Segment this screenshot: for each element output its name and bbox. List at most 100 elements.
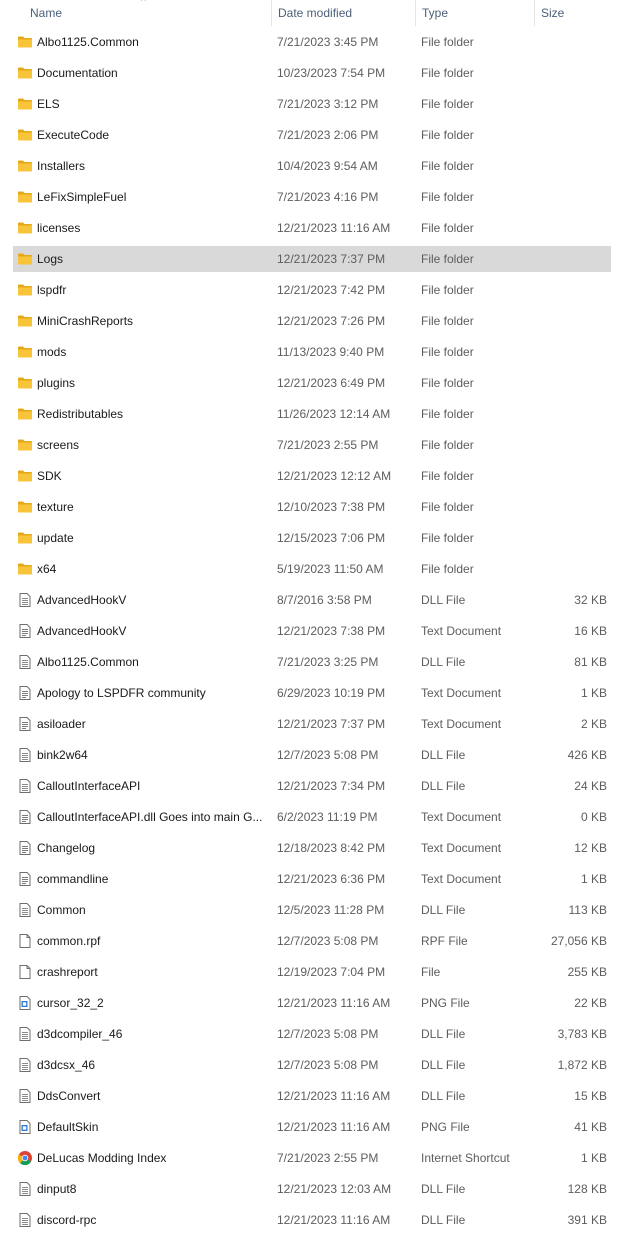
file-name: Logs	[37, 252, 64, 266]
folder-row[interactable]: Albo1125.Common 7/21/2023 3:45 PM File fol…	[13, 29, 611, 55]
folder-row[interactable]: lspdfr 12/21/2023 7:42 PM File folder	[13, 277, 611, 303]
file-name: discord-rpc	[37, 1213, 97, 1227]
file-row[interactable]: crashreport 12/19/2023 7:04 PM File 255 KB	[13, 959, 611, 985]
file-type: DLL File	[421, 655, 466, 669]
folder-row[interactable]: mods 11/13/2023 9:40 PM File folder	[13, 339, 611, 365]
file-row[interactable]: bink2w64 12/7/2023 5:08 PM DLL File 426 KB	[13, 742, 611, 768]
file-row[interactable]: discord-rpc 12/21/2023 11:16 AM DLL File 39…	[13, 1207, 611, 1233]
column-header-size[interactable]: Size	[534, 0, 614, 26]
file-date-modified: 12/21/2023 7:42 PM	[277, 283, 386, 297]
file-type: PNG File	[421, 1120, 470, 1134]
file-row[interactable]: commandline 12/21/2023 6:36 PM Text Docume…	[13, 866, 611, 892]
dll-file-icon	[17, 1088, 33, 1104]
folder-row[interactable]: licenses 12/21/2023 11:16 AM File folder	[13, 215, 611, 241]
blank-file-icon	[17, 933, 33, 949]
folder-row[interactable]: SDK 12/21/2023 12:12 AM File folder	[13, 463, 611, 489]
file-type: File folder	[421, 345, 474, 359]
file-type: DLL File	[421, 779, 466, 793]
file-row[interactable]: AdvancedHookV 8/7/2016 3:58 PM DLL File 32 …	[13, 587, 611, 613]
column-header-name[interactable]: Name	[24, 0, 270, 26]
file-row[interactable]: d3dcompiler_46 12/7/2023 5:08 PM DLL File 3…	[13, 1021, 611, 1047]
folder-row[interactable]: Documentation 10/23/2023 7:54 PM File fold…	[13, 60, 611, 86]
file-size: 24 KB	[574, 779, 607, 793]
file-type: DLL File	[421, 1182, 466, 1196]
file-name: d3dcompiler_46	[37, 1027, 123, 1041]
file-row[interactable]: Apology to LSPDFR community 6/29/2023 10:…	[13, 680, 611, 706]
file-row[interactable]: CalloutInterfaceAPI 12/21/2023 7:34 PM DLL…	[13, 773, 611, 799]
folder-row[interactable]: Logs 12/21/2023 7:37 PM File folder	[13, 246, 611, 272]
file-row[interactable]: dinput8 12/21/2023 12:03 AM DLL File 128 KB	[13, 1176, 611, 1202]
file-row[interactable]: DefaultSkin 12/21/2023 11:16 AM PNG File 41…	[13, 1114, 611, 1140]
file-row[interactable]: CalloutInterfaceAPI.dll Goes into main G…	[13, 804, 611, 830]
folder-row[interactable]: x64 5/19/2023 11:50 AM File folder	[13, 556, 611, 582]
file-row[interactable]: Common 12/5/2023 11:28 PM DLL File 113 KB	[13, 897, 611, 923]
file-name: lspdfr	[37, 283, 67, 297]
file-size: 1 KB	[580, 872, 607, 886]
folder-row[interactable]: LeFixSimpleFuel 7/21/2023 4:16 PM File fol…	[13, 184, 611, 210]
folder-row[interactable]: ELS 7/21/2023 3:12 PM File folder	[13, 91, 611, 117]
file-date-modified: 8/7/2016 3:58 PM	[277, 593, 372, 607]
file-date-modified: 10/4/2023 9:54 AM	[277, 159, 378, 173]
file-size: 12 KB	[574, 841, 607, 855]
file-row[interactable]: cursor_32_2 12/21/2023 11:16 AM PNG File 22…	[13, 990, 611, 1016]
file-row[interactable]: Albo1125.Common 7/21/2023 3:25 PM DLL File…	[13, 649, 611, 675]
file-date-modified: 7/21/2023 2:55 PM	[277, 438, 379, 452]
file-row[interactable]: Changelog 12/18/2023 8:42 PM Text Document…	[13, 835, 611, 861]
file-row[interactable]: DdsConvert 12/21/2023 11:16 AM DLL File 15 …	[13, 1083, 611, 1109]
file-date-modified: 12/15/2023 7:06 PM	[277, 531, 386, 545]
file-type: File	[421, 965, 441, 979]
folder-row[interactable]: plugins 12/21/2023 6:49 PM File folder	[13, 370, 611, 396]
folder-row[interactable]: ExecuteCode 7/21/2023 2:06 PM File folder	[13, 122, 611, 148]
dll-file-icon	[17, 1181, 33, 1197]
file-date-modified: 7/21/2023 2:06 PM	[277, 128, 379, 142]
file-type: Internet Shortcut	[421, 1151, 510, 1165]
file-name: Apology to LSPDFR community	[37, 686, 206, 700]
file-size: 16 KB	[574, 624, 607, 638]
file-type: File folder	[421, 35, 474, 49]
file-type: File folder	[421, 531, 474, 545]
file-row[interactable]: asiloader 12/21/2023 7:37 PM Text Document…	[13, 711, 611, 737]
file-row[interactable]: DeLucas Modding Index 7/21/2023 2:55 PM In…	[13, 1145, 611, 1171]
dll-file-icon	[17, 1212, 33, 1228]
folder-row[interactable]: Installers 10/4/2023 9:54 AM File folder	[13, 153, 611, 179]
file-size: 15 KB	[574, 1089, 607, 1103]
folder-row[interactable]: update 12/15/2023 7:06 PM File folder	[13, 525, 611, 551]
file-type: DLL File	[421, 1213, 466, 1227]
folder-row[interactable]: MiniCrashReports 12/21/2023 7:26 PM File f…	[13, 308, 611, 334]
folder-icon	[17, 127, 33, 143]
text-file-icon	[17, 685, 33, 701]
folder-icon	[17, 189, 33, 205]
folder-row[interactable]: screens 7/21/2023 2:55 PM File folder	[13, 432, 611, 458]
folder-row[interactable]: texture 12/10/2023 7:38 PM File folder	[13, 494, 611, 520]
text-file-icon	[17, 871, 33, 887]
file-size: 391 KB	[567, 1213, 607, 1227]
file-type: File folder	[421, 66, 474, 80]
file-row[interactable]: d3dcsx_46 12/7/2023 5:08 PM DLL File 1,872 …	[13, 1052, 611, 1078]
file-date-modified: 7/21/2023 3:12 PM	[277, 97, 379, 111]
folder-icon	[17, 561, 33, 577]
file-type: RPF File	[421, 934, 468, 948]
file-row[interactable]: AdvancedHookV 12/21/2023 7:38 PM Text Docu…	[13, 618, 611, 644]
file-name: dinput8	[37, 1182, 77, 1196]
file-name: bink2w64	[37, 748, 88, 762]
file-name: licenses	[37, 221, 81, 235]
column-header-type[interactable]: Type	[415, 0, 533, 26]
file-date-modified: 12/21/2023 6:49 PM	[277, 376, 386, 390]
file-date-modified: 12/19/2023 7:04 PM	[277, 965, 386, 979]
folder-row[interactable]: Redistributables 11/26/2023 12:14 AM File …	[13, 401, 611, 427]
column-header-date-modified[interactable]: Date modified	[271, 0, 414, 26]
file-name: Changelog	[37, 841, 96, 855]
file-date-modified: 7/21/2023 4:16 PM	[277, 190, 379, 204]
file-name: common.rpf	[37, 934, 101, 948]
file-type: File folder	[421, 562, 474, 576]
file-size: 255 KB	[567, 965, 607, 979]
file-date-modified: 12/10/2023 7:38 PM	[277, 500, 386, 514]
file-type: Text Document	[421, 717, 502, 731]
file-row[interactable]: common.rpf 12/7/2023 5:08 PM RPF File 27,05…	[13, 928, 611, 954]
file-type: File folder	[421, 438, 474, 452]
text-file-icon	[17, 809, 33, 825]
file-name: d3dcsx_46	[37, 1058, 96, 1072]
file-type: File folder	[421, 283, 474, 297]
file-type: Text Document	[421, 624, 502, 638]
text-file-icon	[17, 623, 33, 639]
